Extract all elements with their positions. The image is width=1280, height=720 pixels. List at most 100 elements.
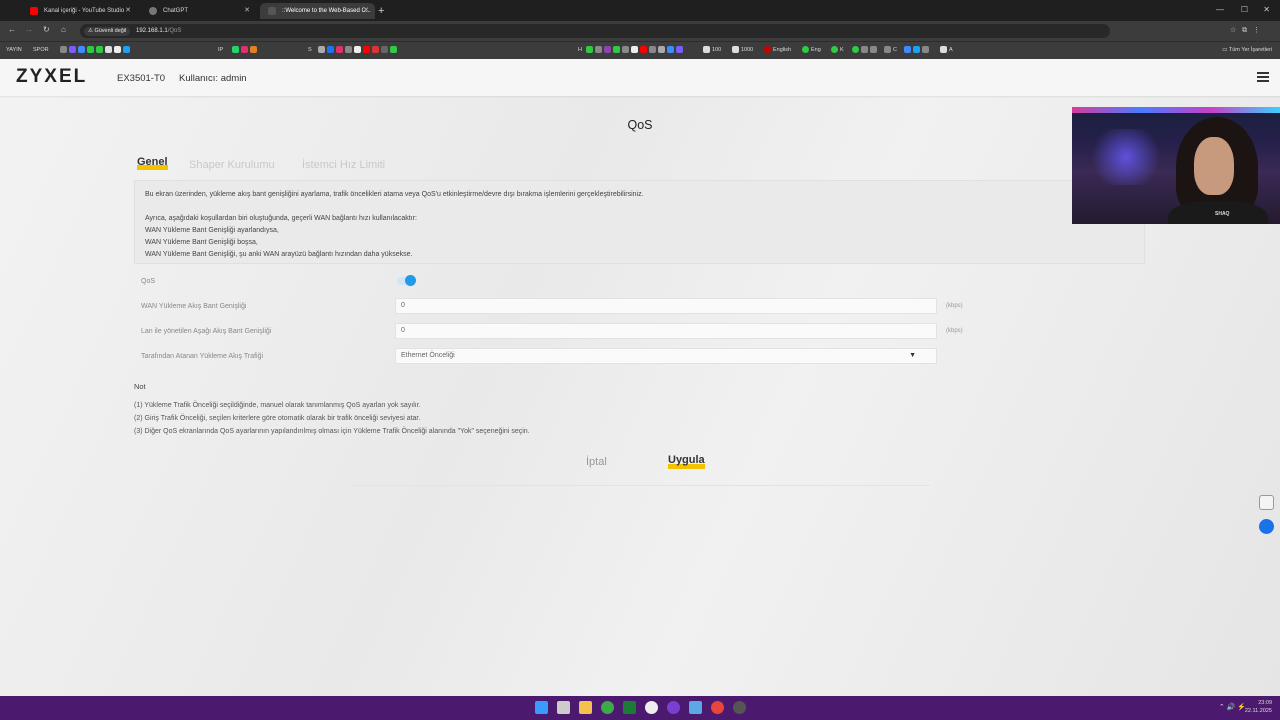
- tab-general[interactable]: Genel: [137, 157, 168, 170]
- assigned-traffic-label: Tarafından Atanan Yükleme Akış Trafiği: [141, 353, 264, 360]
- notes-title: Not: [134, 382, 146, 391]
- search-icon[interactable]: [557, 701, 570, 714]
- taskbar: ⌃ 🔊 ⚡ 23:09 22.11.2025: [0, 696, 1280, 720]
- info-box: Bu ekran üzerinden, yükleme akış bant ge…: [134, 180, 1145, 264]
- wan-unit: (kbps): [946, 303, 963, 309]
- tab-client-rate-limit[interactable]: İstemci Hız Limiti: [302, 159, 385, 171]
- chatgpt-icon: [149, 7, 157, 15]
- url-field[interactable]: ⚠ Güvenli değil 192.168.1.1/QoS: [80, 24, 1110, 38]
- app-icon[interactable]: [623, 701, 636, 714]
- tab-title: Kanal içeriği - YouTube Studio: [44, 8, 125, 14]
- browser-tab-router[interactable]: ::Welcome to the Web-Based C... ✕: [260, 3, 375, 19]
- bookmark-item[interactable]: 100: [703, 45, 721, 55]
- page-icon: [268, 7, 276, 15]
- user-label: Kullanıcı: admin: [179, 73, 247, 84]
- lan-bandwidth-input[interactable]: 0: [395, 323, 937, 339]
- apply-button[interactable]: Uygula: [668, 455, 705, 469]
- close-icon[interactable]: ✕: [363, 3, 369, 19]
- all-bookmarks-button[interactable]: ▭ Tüm Yer İşaretleri: [1222, 45, 1272, 55]
- app-icon[interactable]: [689, 701, 702, 714]
- lan-bandwidth-label: Lan ile yönetilen Aşağı Akış Bant Genişl…: [141, 328, 272, 335]
- youtube-icon: [30, 7, 38, 15]
- url-path: /QoS: [167, 28, 182, 34]
- note-item: (2) Giriş Trafik Önceliği, seçilen krite…: [134, 415, 421, 422]
- bookmark-item[interactable]: English: [764, 45, 791, 55]
- bookmark-item[interactable]: C: [884, 45, 897, 55]
- menu-dots-icon[interactable]: ⋮: [1253, 27, 1260, 34]
- bookmark-label: A: [949, 47, 953, 53]
- router-header: ZYXEL EX3501-T0 Kullanıcı: admin: [0, 59, 1280, 96]
- wan-bandwidth-label: WAN Yükleme Akış Bant Genişliği: [141, 303, 247, 310]
- device-model: EX3501-T0: [117, 73, 166, 84]
- url-text: 192.168.1.1/QoS: [136, 24, 181, 38]
- toolbar-icons: ☆ ⧉ ⋮: [1230, 26, 1260, 35]
- tab-shaper-setup[interactable]: Shaper Kurulumu: [189, 159, 275, 171]
- zyxel-logo: ZYXEL: [16, 66, 88, 87]
- bookmark-item[interactable]: IP: [218, 45, 223, 55]
- wan-bandwidth-input[interactable]: 0: [395, 298, 937, 314]
- security-badge[interactable]: ⚠ Güvenli değil: [84, 27, 131, 36]
- divider: [350, 485, 930, 486]
- bookmark-label: C: [893, 47, 897, 53]
- clock-time: 23:09: [1258, 700, 1272, 706]
- qos-toggle[interactable]: [397, 275, 416, 286]
- qos-label: QoS: [141, 278, 156, 285]
- system-tray[interactable]: ⌃ 🔊 ⚡: [1219, 703, 1246, 711]
- assistant-icon[interactable]: [1259, 519, 1274, 534]
- bookmark-item[interactable]: 1000: [732, 45, 753, 55]
- cancel-button[interactable]: İptal: [586, 456, 607, 468]
- bookmark-item[interactable]: YAYIN: [6, 45, 22, 55]
- extensions-icon[interactable]: ⧉: [1242, 27, 1247, 34]
- start-icon[interactable]: [535, 701, 548, 714]
- info-text: WAN Yükleme Bant Genişliği boşsa,: [145, 239, 258, 246]
- browser-tab-bar: Kanal içeriği - YouTube Studio ✕ ChatGPT…: [0, 0, 1280, 21]
- info-text: Ayrıca, aşağıdaki koşullardan biri oluşt…: [145, 215, 417, 222]
- close-icon[interactable]: ✕: [244, 3, 250, 19]
- bookmark-label: 100: [712, 47, 722, 53]
- minimize-icon[interactable]: —: [1216, 5, 1224, 14]
- security-label: Güvenli değil: [94, 28, 127, 34]
- file-explorer-icon[interactable]: [579, 701, 592, 714]
- bookmark-label: Eng: [811, 47, 821, 53]
- new-tab-button[interactable]: +: [378, 3, 384, 19]
- browser-tab-youtube[interactable]: Kanal içeriği - YouTube Studio ✕: [22, 3, 137, 19]
- home-icon[interactable]: ⌂: [61, 25, 66, 34]
- bookmarks-bar: YAYIN SPOR IP S H 100 1000 English Eng K…: [0, 41, 1280, 59]
- lan-unit: (kbps): [946, 328, 963, 334]
- tab-title: ::Welcome to the Web-Based C...: [282, 8, 371, 14]
- bookmark-icons-row: [904, 45, 931, 55]
- close-window-icon[interactable]: ✕: [1263, 5, 1270, 14]
- bookmark-item[interactable]: A: [940, 45, 953, 55]
- bookmark-item[interactable]: H: [578, 45, 582, 55]
- maximize-icon[interactable]: ☐: [1241, 5, 1248, 14]
- sidebar-panel-icon[interactable]: [1259, 495, 1274, 510]
- reload-icon[interactable]: ↻: [43, 25, 50, 34]
- caret-down-icon: ▼: [909, 352, 916, 359]
- note-item: (3) Diğer QoS ekranlarında QoS ayarların…: [134, 428, 530, 435]
- bookmark-icons-row: [318, 45, 399, 55]
- bookmark-star-icon[interactable]: ☆: [1230, 27, 1236, 34]
- bookmark-item[interactable]: Eng: [802, 45, 821, 55]
- menu-icon[interactable]: [1257, 72, 1269, 84]
- bookmark-item[interactable]: SPOR: [33, 45, 49, 55]
- info-text: WAN Yükleme Bant Genişliği ayarlandıysa,: [145, 227, 279, 234]
- bookmark-item[interactable]: K: [831, 45, 844, 55]
- settings-icon[interactable]: [645, 701, 658, 714]
- close-icon[interactable]: ✕: [125, 3, 131, 19]
- clock-date: 22.11.2025: [1244, 708, 1272, 714]
- clock[interactable]: 23:09 22.11.2025: [1245, 699, 1272, 715]
- assigned-traffic-select[interactable]: Ethernet Önceliği ▼: [395, 348, 937, 364]
- page-title: QoS: [627, 118, 653, 132]
- forward-icon[interactable]: →: [25, 25, 33, 34]
- back-icon[interactable]: ←: [8, 25, 16, 34]
- app-icon[interactable]: [667, 701, 680, 714]
- chrome-icon[interactable]: [711, 701, 724, 714]
- webcam-overlay: SHAQ: [1072, 107, 1280, 224]
- app-icon[interactable]: [733, 701, 746, 714]
- address-bar-row: ← → ↻ ⌂ ⚠ Güvenli değil 192.168.1.1/QoS …: [0, 21, 1280, 41]
- bookmark-item[interactable]: S: [308, 45, 312, 55]
- browser-tab-chatgpt[interactable]: ChatGPT ✕: [141, 3, 256, 19]
- select-value: Ethernet Önceliği: [401, 352, 455, 359]
- url-host: 192.168.1.1: [136, 28, 168, 34]
- app-icon[interactable]: [601, 701, 614, 714]
